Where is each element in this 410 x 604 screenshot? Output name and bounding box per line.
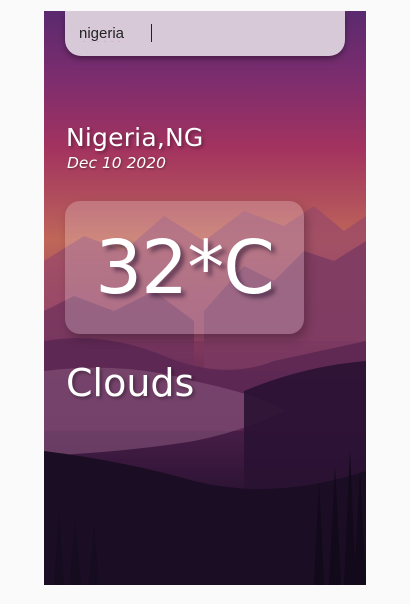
search-bar bbox=[65, 11, 345, 56]
location-name: Nigeria,NG bbox=[66, 123, 204, 152]
weather-app: Nigeria,NG Dec 10 2020 32*C Clouds bbox=[44, 11, 366, 585]
search-input[interactable] bbox=[79, 25, 329, 42]
current-date: Dec 10 2020 bbox=[67, 154, 167, 172]
text-cursor bbox=[151, 24, 152, 42]
temperature-value: 32*C bbox=[95, 224, 275, 311]
weather-condition: Clouds bbox=[66, 361, 195, 405]
temperature-card: 32*C bbox=[65, 201, 304, 334]
